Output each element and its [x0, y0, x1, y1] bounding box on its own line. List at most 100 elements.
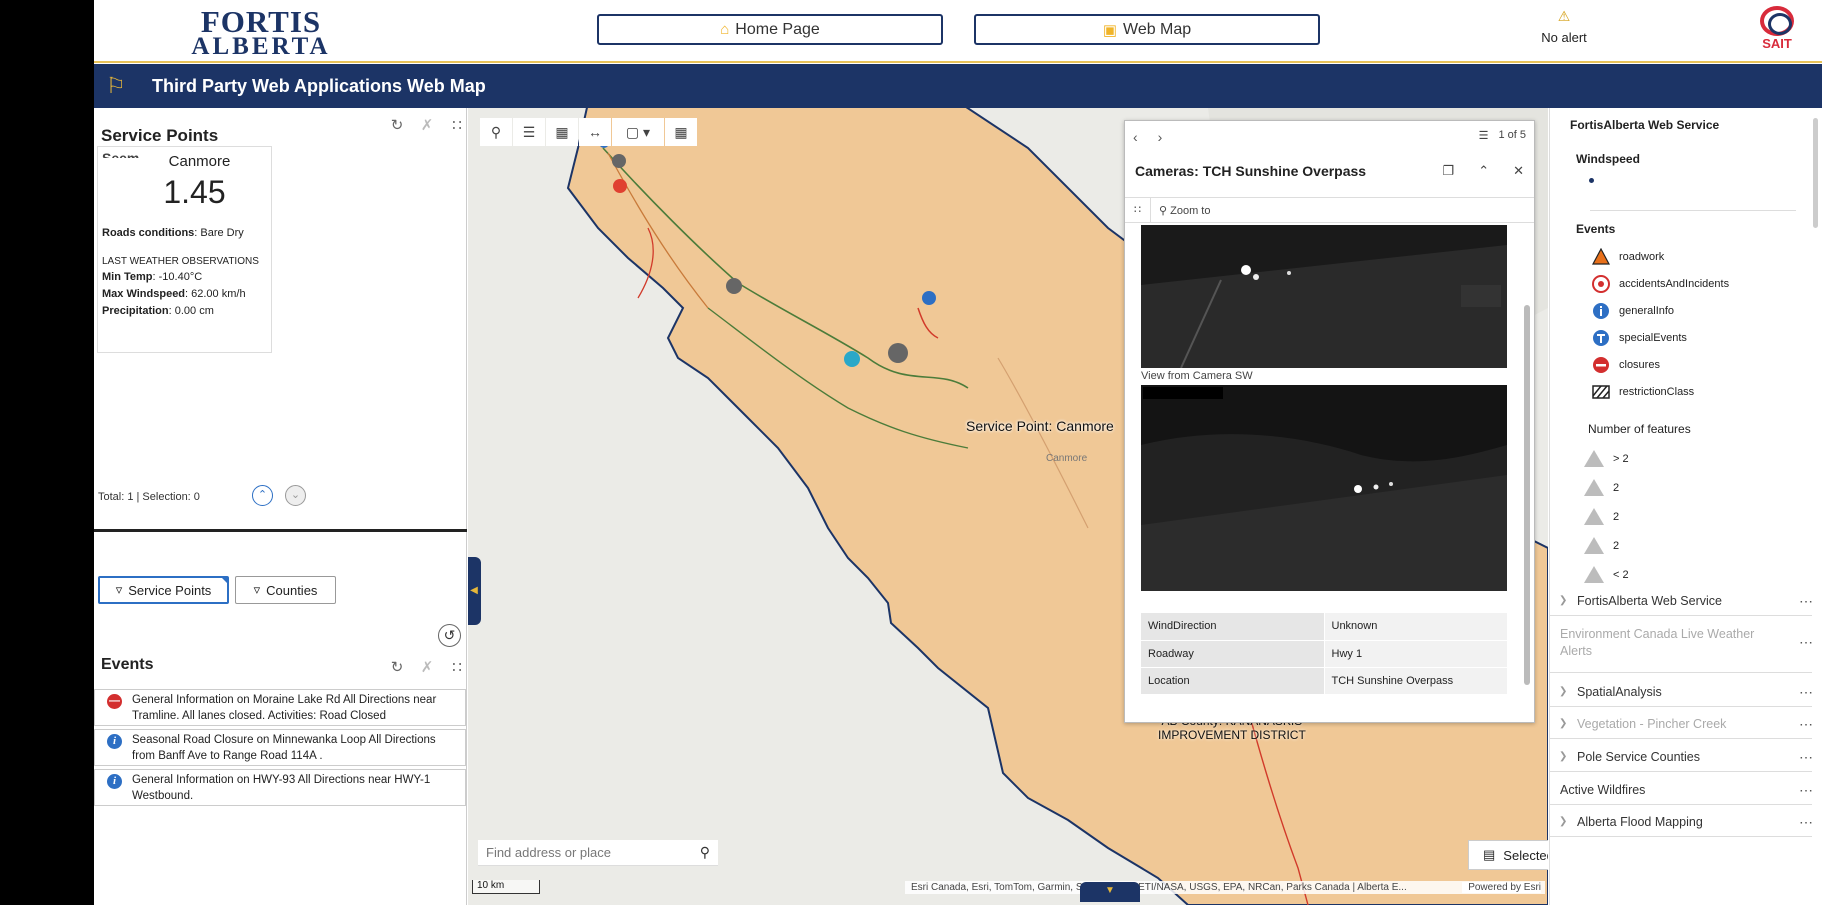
- event-item[interactable]: — General Information on Moraine Lake Rd…: [94, 689, 466, 726]
- refresh-icon[interactable]: ↻: [389, 658, 405, 676]
- address-search-placeholder: Find address or place: [486, 845, 612, 860]
- chevron-right-icon[interactable]: ❯: [1559, 711, 1567, 737]
- basemap-gallery-icon[interactable]: ▦: [546, 118, 578, 146]
- clear-selection-icon[interactable]: ✗: [419, 116, 435, 134]
- home-page-label: Home Page: [735, 20, 820, 38]
- sait-logo: SAIT: [1757, 6, 1797, 56]
- selection-icon: ▤: [1483, 847, 1496, 862]
- refresh-icon[interactable]: ↻: [389, 116, 405, 134]
- dock-icon[interactable]: ❐: [1443, 163, 1455, 179]
- max-windspeed-label: Max Windspeed: [102, 288, 186, 300]
- layer-item[interactable]: ❯ Vegetation - Pincher Creek ⋯: [1550, 711, 1814, 739]
- precipitation-value: : 0.00 cm: [168, 305, 214, 317]
- select-tool-icon[interactable]: ▢ ▾: [612, 118, 664, 146]
- feature-list-icon: ☰: [1478, 130, 1489, 142]
- reset-filters-button[interactable]: ↺: [438, 624, 461, 647]
- close-icon[interactable]: ✕: [1513, 163, 1524, 179]
- powered-by-esri[interactable]: Powered by Esri: [1462, 882, 1541, 893]
- zoom-to-button[interactable]: ⚲ Zoom to: [1159, 204, 1210, 217]
- more-options-icon[interactable]: ⋯: [1799, 634, 1814, 651]
- camera-1-scene: [1141, 225, 1507, 368]
- attribute-key: WindDirection: [1141, 613, 1325, 641]
- legend-label: restrictionClass: [1619, 386, 1695, 398]
- more-options-icon[interactable]: ⋯: [1799, 679, 1814, 705]
- alert-indicator[interactable]: ⚠ No alert: [1524, 8, 1604, 45]
- map-icon: ▣: [1102, 21, 1117, 39]
- layer-item[interactable]: Active Wildfires ⋯: [1550, 777, 1814, 805]
- popup-title: Cameras: TCH Sunshine Overpass: [1135, 163, 1367, 179]
- layers-icon[interactable]: ☰: [513, 118, 545, 146]
- legend-scroll-thumb[interactable]: [1813, 118, 1818, 228]
- legend-scrollbar[interactable]: [1812, 108, 1820, 583]
- accident-icon: [1592, 275, 1610, 293]
- more-options-icon[interactable]: ⋯: [1799, 777, 1814, 803]
- chevron-right-icon[interactable]: ❯: [1559, 679, 1567, 705]
- more-options-icon[interactable]: ⋯: [1799, 744, 1814, 770]
- address-search-input[interactable]: Find address or place ⚲: [478, 840, 718, 866]
- map-book-icon: ⚐: [106, 73, 126, 98]
- roads-conditions-label: Roads conditions: [102, 227, 195, 239]
- chevron-right-icon[interactable]: ❯: [1559, 744, 1567, 770]
- service-point-card[interactable]: Seem Canmore 1.45 Roads conditions: Bare…: [97, 146, 272, 353]
- layer-item[interactable]: ❯ FortisAlberta Web Service ⋯: [1550, 588, 1814, 616]
- legend-feature-count-title: Number of features: [1588, 422, 1691, 436]
- attribute-key: Location: [1141, 667, 1325, 695]
- service-points-filter-label: Service Points: [128, 582, 212, 598]
- layer-item[interactable]: ❯ Alberta Flood Mapping ⋯: [1550, 809, 1814, 837]
- more-options-icon[interactable]: ⋯: [1799, 711, 1814, 737]
- next-feature-icon[interactable]: ›: [1158, 129, 1163, 145]
- next-page-button[interactable]: ⌄: [285, 485, 306, 506]
- more-options-icon[interactable]: ⋯: [1799, 588, 1814, 614]
- selected-features-label: Selected features: 1: [1503, 847, 1548, 863]
- home-page-button[interactable]: ⌂ Home Page: [597, 14, 943, 45]
- restriction-icon: [1592, 385, 1610, 399]
- home-icon: ⌂: [720, 21, 730, 38]
- web-map-button[interactable]: ▣ Web Map: [974, 14, 1320, 45]
- counties-filter-button[interactable]: ▿ Counties: [235, 576, 336, 604]
- layer-item[interactable]: Environment Canada Live Weather Alerts ⋯: [1550, 622, 1814, 673]
- attribute-key: Roadway: [1141, 640, 1325, 668]
- grid-options-icon[interactable]: ∷: [449, 116, 465, 134]
- table-row: Roadway Hwy 1: [1141, 640, 1507, 668]
- clear-selection-icon[interactable]: ✗: [419, 658, 435, 676]
- legend-label: generalInfo: [1619, 305, 1675, 317]
- more-options-icon[interactable]: ⋯: [1799, 809, 1814, 835]
- alert-text: No alert: [1541, 30, 1587, 45]
- popup-scroll-thumb[interactable]: [1524, 305, 1530, 685]
- grid-options-icon[interactable]: ∷: [449, 658, 465, 676]
- info-icon: i: [107, 734, 122, 749]
- legend-item: closures: [1592, 356, 1660, 374]
- expand-bottom-panel-button[interactable]: ▼: [1080, 882, 1140, 902]
- search-icon[interactable]: ⚲: [480, 118, 512, 146]
- clear-selection-icon[interactable]: ▦: [665, 118, 697, 146]
- chevron-right-icon[interactable]: ❯: [1559, 588, 1567, 614]
- sait-knot-icon: [1760, 6, 1794, 36]
- actions-menu-icon[interactable]: ∷: [1125, 198, 1151, 222]
- attribute-value: TCH Sunshine Overpass: [1324, 667, 1507, 695]
- collapse-icon[interactable]: ⌃: [1478, 163, 1489, 179]
- layer-label: Environment Canada Live Weather Alerts: [1560, 627, 1755, 658]
- legend-item: generalInfo: [1592, 302, 1674, 320]
- events-title: Events: [101, 656, 154, 673]
- service-points-filter-button[interactable]: ▿ Service Points: [98, 576, 229, 604]
- fortis-alberta-logo[interactable]: FORTIS ALBERTA: [186, 6, 336, 59]
- event-item[interactable]: i Seasonal Road Closure on Minnewanka Lo…: [94, 729, 466, 766]
- layer-item[interactable]: ❯ Pole Service Counties ⋯: [1550, 744, 1814, 772]
- previous-feature-icon[interactable]: ‹: [1133, 129, 1138, 145]
- popup-scrollbar[interactable]: [1523, 225, 1531, 715]
- collapse-left-panel-button[interactable]: ◀: [468, 557, 481, 625]
- app-title: Third Party Web Applications Web Map: [152, 75, 486, 96]
- search-icon[interactable]: ⚲: [700, 844, 710, 861]
- layer-item[interactable]: ❯ SpatialAnalysis ⋯: [1550, 679, 1814, 707]
- chevron-right-icon[interactable]: ❯: [1559, 809, 1567, 835]
- warning-icon: ⚠: [1557, 8, 1571, 24]
- selected-features-button[interactable]: ▤ Selected features: 1: [1468, 840, 1548, 870]
- popup-pager[interactable]: ☰ 1 of 5: [1479, 129, 1526, 142]
- event-item[interactable]: i General Information on HWY-93 All Dire…: [94, 769, 466, 806]
- precipitation-label: Precipitation: [102, 305, 169, 317]
- measure-icon[interactable]: ↔: [579, 118, 611, 146]
- feature-count-symbol: [1584, 450, 1604, 467]
- legend-events-title: Events: [1576, 222, 1616, 236]
- popup-navigation: ‹ ›: [1133, 129, 1162, 145]
- previous-page-button[interactable]: ⌃: [252, 485, 273, 506]
